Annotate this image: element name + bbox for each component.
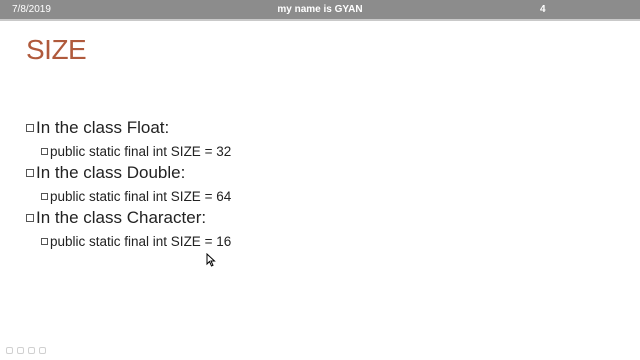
- pen-icon[interactable]: [17, 347, 24, 354]
- zoom-icon[interactable]: [39, 347, 46, 354]
- bullet-item: In the class Float: public static final …: [26, 118, 231, 159]
- bullet-text: In the class Double:: [36, 163, 186, 182]
- square-bullet-icon: [26, 169, 34, 177]
- bullet-item: In the class Double: public static final…: [26, 163, 231, 204]
- sub-bullet-text: public static final int SIZE = 32: [50, 143, 232, 159]
- presentation-toolbar: [6, 347, 46, 354]
- sub-bullet-text: public static final int SIZE = 64: [50, 188, 232, 204]
- slide-title: SIZE: [26, 34, 87, 65]
- square-bullet-icon: [41, 192, 48, 200]
- square-bullet-icon: [41, 147, 48, 155]
- sub-bullet-text: public static final int SIZE = 16: [50, 233, 232, 249]
- slides-icon[interactable]: [28, 347, 35, 354]
- arrow-icon[interactable]: [6, 347, 13, 354]
- square-bullet-icon: [26, 214, 34, 222]
- square-bullet-icon: [26, 124, 34, 132]
- square-bullet-icon: [41, 237, 48, 245]
- bullet-text: In the class Character:: [36, 208, 207, 227]
- bullet-item: In the class Character: public static fi…: [26, 208, 231, 249]
- bullet-text: In the class Float:: [36, 118, 170, 137]
- page-number: 4: [540, 4, 546, 15]
- mouse-pointer-icon: [206, 252, 216, 272]
- bullet-list: In the class Float: public static final …: [26, 118, 231, 253]
- slide-header-bar: 7/8/2019 my name is GYAN 4: [0, 0, 640, 19]
- header-divider: [0, 19, 640, 21]
